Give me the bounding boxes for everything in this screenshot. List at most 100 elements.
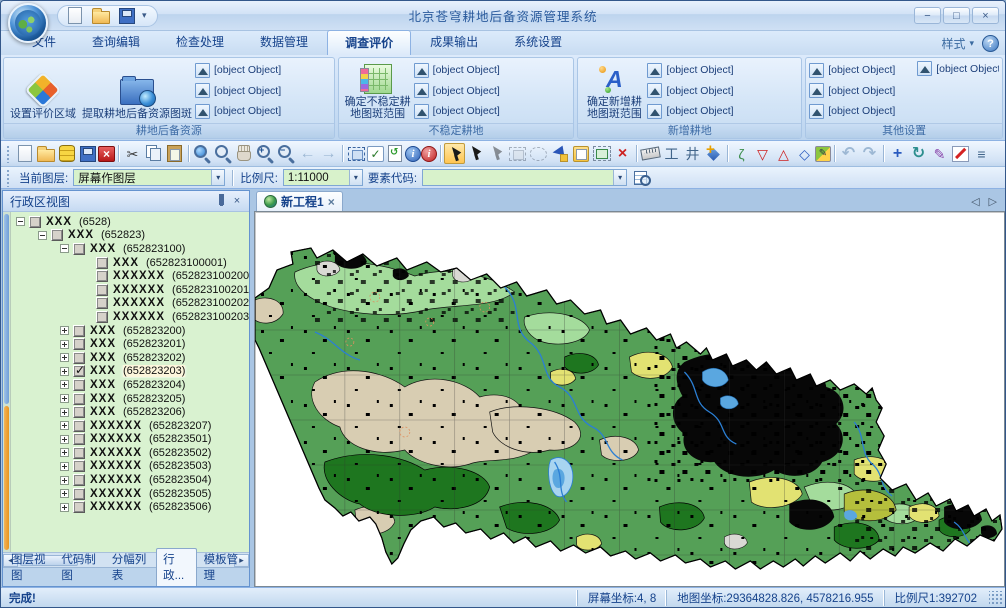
view-check-icon[interactable]: ✓	[367, 146, 384, 162]
expander-icon[interactable]	[60, 380, 69, 389]
map-document-tab[interactable]: 新工程1 ×	[256, 191, 343, 211]
close-button[interactable]: ×	[972, 7, 999, 24]
chevron-down-icon[interactable]: ▾	[211, 170, 224, 185]
set-evaluation-area-button[interactable]: 设置评价区域	[7, 59, 79, 122]
ribbon-small-button[interactable]: [object Object]	[414, 81, 571, 100]
checkbox[interactable]	[96, 257, 108, 269]
forward-icon[interactable]: →	[318, 143, 339, 164]
ribbon-small-button[interactable]: [object Object]	[647, 61, 798, 80]
open-folder-icon[interactable]	[35, 143, 56, 164]
help-icon[interactable]: ?	[982, 35, 999, 52]
checkbox[interactable]	[73, 325, 85, 337]
tree-item[interactable]: XXX (652823201)	[11, 337, 249, 351]
checkbox[interactable]	[73, 406, 85, 418]
endpoint-tool-icon[interactable]: 工	[661, 143, 682, 164]
draw-line-icon[interactable]	[950, 143, 971, 164]
ribbon-small-button[interactable]: [object Object]	[414, 102, 571, 121]
tab-sheet-list[interactable]: 分幅列表	[106, 549, 155, 586]
checkbox[interactable]	[73, 243, 85, 255]
tree-item[interactable]: XXX (652823203)	[11, 365, 249, 379]
expander-icon[interactable]	[60, 448, 69, 457]
refresh-view-icon[interactable]	[384, 143, 405, 164]
expander-icon[interactable]	[60, 326, 69, 335]
tab-result-output[interactable]: 成果输出	[413, 30, 495, 55]
expander-icon[interactable]	[60, 476, 69, 485]
zoom-extent-icon[interactable]	[192, 143, 213, 164]
zoom-out-icon[interactable]: −	[276, 143, 297, 164]
current-layer-select[interactable]: 屏幕作图层 ▾	[73, 169, 225, 186]
delete-feature-icon[interactable]: ×	[612, 143, 633, 164]
ribbon-small-button[interactable]: [object Object]	[917, 59, 999, 78]
tree-item[interactable]: XXXXXX (652823100200)	[11, 269, 249, 283]
tab-admin-view[interactable]: 行政...	[156, 548, 196, 586]
move-icon[interactable]: +	[887, 143, 908, 164]
checkbox[interactable]	[73, 460, 85, 472]
tab-survey-eval[interactable]: 调查评价	[327, 30, 411, 55]
tab-next-icon[interactable]: ▷	[989, 195, 997, 208]
expander-icon[interactable]	[60, 367, 69, 376]
identify-icon[interactable]: i	[421, 146, 437, 162]
tree-item[interactable]: XXXXXX (652823100201)	[11, 283, 249, 297]
scale-select[interactable]: 1:11000 ▾	[283, 169, 363, 186]
tab-data-manage[interactable]: 数据管理	[243, 30, 325, 55]
tree-item[interactable]: XXX (652823202)	[11, 351, 249, 365]
app-orb-icon[interactable]	[8, 3, 48, 43]
minimize-button[interactable]: −	[914, 7, 941, 24]
expander-icon[interactable]	[60, 340, 69, 349]
checkbox[interactable]	[73, 501, 85, 513]
new-document-icon[interactable]	[64, 5, 85, 26]
copy-icon[interactable]	[143, 143, 164, 164]
map-canvas[interactable]	[254, 211, 1005, 587]
expander-icon[interactable]	[60, 489, 69, 498]
ribbon-small-button[interactable]: [object Object]	[195, 61, 331, 80]
tab-check-process[interactable]: 检查处理	[159, 30, 241, 55]
select-polygon-icon[interactable]	[528, 143, 549, 164]
back-icon[interactable]: ←	[297, 143, 318, 164]
tree-item[interactable]: XXXXXX (652823100203)	[11, 310, 249, 324]
feature-code-select[interactable]: ▾	[422, 169, 627, 186]
pointer-blue-flag-icon[interactable]	[549, 143, 570, 164]
panel-close-icon[interactable]: ×	[229, 194, 245, 209]
copy-feature-icon[interactable]	[570, 143, 591, 164]
zoom-rectangle-icon[interactable]	[346, 143, 367, 164]
tree-item[interactable]: XXXXXX (652823504)	[11, 473, 249, 487]
expander-icon[interactable]	[60, 244, 69, 253]
chevron-down-icon[interactable]: ▾	[349, 170, 362, 185]
close-document-icon[interactable]: ×	[98, 146, 115, 162]
edit-region-icon[interactable]: ✎	[815, 146, 831, 162]
pin-icon[interactable]	[213, 194, 229, 209]
transform-rect-icon[interactable]	[591, 143, 612, 164]
expander-icon[interactable]	[60, 353, 69, 362]
compass-icon[interactable]	[703, 143, 724, 164]
pointer-multi-icon[interactable]	[486, 143, 507, 164]
ribbon-small-button[interactable]: [object Object]	[809, 61, 917, 80]
triangle-icon[interactable]: △	[773, 143, 794, 164]
undo-icon[interactable]: ↶	[838, 143, 859, 164]
ribbon-small-button[interactable]: [object Object]	[647, 102, 798, 121]
database-icon[interactable]	[56, 143, 77, 164]
tree-item[interactable]: XXX (652823204)	[11, 378, 249, 392]
tree-item[interactable]: XXXXXX (652823506)	[11, 500, 249, 514]
tab-code-map[interactable]: 代码制图	[55, 549, 104, 586]
tab-query-edit[interactable]: 查询编辑	[75, 30, 157, 55]
expander-icon[interactable]	[60, 462, 69, 471]
tree-item[interactable]: XXXXXX (652823505)	[11, 487, 249, 501]
checkbox[interactable]	[73, 420, 85, 432]
checkbox[interactable]	[73, 338, 85, 350]
maximize-button[interactable]: □	[943, 7, 970, 24]
tree-item[interactable]: XXX (6528)	[11, 215, 249, 229]
checkbox[interactable]	[73, 447, 85, 459]
tree-item[interactable]: XXX (652823206)	[11, 405, 249, 419]
chevron-down-icon[interactable]: ▾	[613, 170, 626, 185]
confirm-new-farmland-range-button[interactable]: A 确定新增耕地图斑范围	[581, 59, 647, 122]
expander-icon[interactable]	[60, 421, 69, 430]
expander-icon[interactable]	[60, 503, 69, 512]
tree-item[interactable]: XXX (652823)	[11, 229, 249, 243]
expander-icon[interactable]	[60, 408, 69, 417]
info-blue-icon[interactable]: i	[405, 146, 421, 162]
tree-item[interactable]: XXX (652823100)	[11, 242, 249, 256]
ribbon-small-button[interactable]: [object Object]	[195, 81, 331, 100]
tree-item[interactable]: XXX (652823200)	[11, 324, 249, 338]
triangle-down-icon[interactable]: ▽	[752, 143, 773, 164]
tab-template-manage[interactable]: 模板管理	[198, 549, 247, 586]
